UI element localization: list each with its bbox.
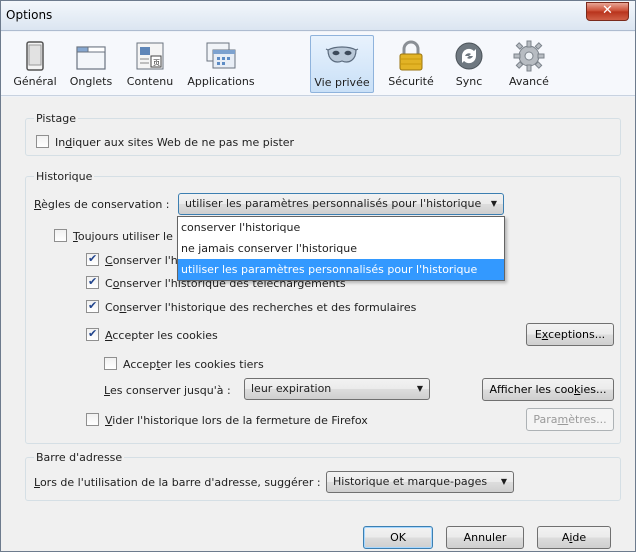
tab-applications[interactable]: Applications (183, 35, 259, 93)
rules-label-text: ègles de conservation : (41, 198, 170, 211)
tab-tabs-label: Onglets (69, 75, 113, 88)
tab-tabs[interactable]: Onglets (65, 35, 117, 93)
dnt-checkbox-row[interactable]: Indiquer aux sites Web de ne pas me pist… (36, 135, 294, 149)
advanced-gear-icon (513, 40, 545, 72)
exceptions-button[interactable]: Exceptions... (526, 323, 614, 346)
keep-forms-row[interactable]: Conserver l'historique des recherches et… (86, 299, 417, 314)
chevron-down-icon: ▼ (490, 199, 497, 208)
chevron-down-icon: ▼ (416, 384, 423, 393)
show-cookies-post: ies... (580, 383, 607, 396)
title-bar[interactable]: Options ✕ (1, 1, 635, 31)
keep-until-select[interactable]: leur expiration ▼ (244, 378, 430, 400)
addressbar-suggest-value: Historique et marque-pages (333, 475, 488, 488)
exceptions-post: ceptions... (548, 328, 606, 341)
third-party-pre: Accep (123, 358, 157, 371)
options-window: Options ✕ Général Onglets 页 Contenu Appl… (0, 0, 636, 552)
addressbar-group-title: Barre d'adresse (34, 451, 125, 464)
clear-on-close-label: ider l'historique lors de la fermeture d… (112, 414, 368, 427)
keep-browsing-checkbox[interactable] (86, 252, 99, 266)
general-icon (26, 41, 44, 71)
privacy-mask-icon (325, 46, 359, 63)
always-private-row[interactable]: Toujours utiliser le (54, 229, 173, 243)
help-post: de (572, 531, 587, 544)
tab-privacy-label: Vie privée (314, 76, 370, 89)
history-group-title: Historique (34, 170, 95, 183)
third-party-checkbox[interactable] (104, 357, 117, 370)
accept-cookies-checkbox[interactable] (86, 327, 99, 341)
tracking-group: Pistage Indiquer aux sites Web de ne pas… (25, 112, 621, 156)
dnt-checkbox[interactable] (36, 135, 49, 148)
addressbar-label: Lors de l'utilisation de la barre d'adre… (34, 476, 321, 489)
close-button[interactable]: ✕ (586, 2, 629, 21)
keep-browsing-label: onserver l'h (112, 254, 178, 267)
options-toolbar: Général Onglets 页 Contenu Applications V… (1, 32, 635, 96)
third-party-row[interactable]: Accepter les cookies tiers (104, 357, 264, 371)
dropdown-option-keep[interactable]: conserver l'historique (178, 217, 504, 238)
help-button[interactable]: Aide (537, 526, 611, 549)
cancel-button[interactable]: Annuler (446, 526, 524, 549)
window-title: Options (6, 8, 53, 22)
tracking-group-title: Pistage (34, 112, 78, 125)
settings-accel: m (557, 413, 569, 426)
clear-on-close-row[interactable]: Vider l'historique lors de la fermeture … (86, 413, 368, 427)
history-settings-button[interactable]: Paramètres... (526, 408, 614, 431)
svg-text:页: 页 (153, 59, 160, 67)
tab-applications-label: Applications (187, 75, 255, 88)
tab-advanced[interactable]: Avancé (505, 35, 553, 93)
keep-until-value: leur expiration (251, 382, 332, 395)
show-cookies-pre: Afficher les coo (489, 383, 575, 396)
addressbar-suggest-select[interactable]: Historique et marque-pages ▼ (326, 471, 514, 493)
applications-icon (206, 42, 236, 69)
tab-general-label: Général (13, 75, 57, 88)
ok-button[interactable]: OK (363, 526, 433, 549)
history-rules-value: utiliser les paramètres personnalisés po… (185, 197, 482, 210)
tab-security[interactable]: Sécurité (383, 35, 439, 93)
always-private-label: oujours utiliser le (77, 230, 173, 243)
tabs-icon (76, 46, 106, 70)
dropdown-option-never[interactable]: ne jamais conserver l'historique (178, 238, 504, 259)
keep-downloads-pre: C (105, 277, 113, 290)
security-lock-icon (399, 40, 423, 71)
show-cookies-button[interactable]: Afficher les cookies... (482, 378, 614, 401)
tab-content[interactable]: 页 Contenu (123, 35, 177, 93)
keep-forms-checkbox[interactable] (86, 299, 99, 313)
sync-icon (455, 42, 483, 70)
keep-forms-pre: Co (105, 301, 120, 314)
clear-on-close-checkbox[interactable] (86, 413, 99, 426)
keep-until-label: Les conserver jusqu'à : (104, 384, 231, 397)
keep-forms-label: server l'historique des recherches et de… (126, 301, 417, 314)
settings-post: ètres... (568, 413, 607, 426)
history-rules-dropdown: conserver l'historique ne jamais conserv… (177, 216, 505, 281)
tab-advanced-label: Avancé (509, 75, 549, 88)
history-rules-select[interactable]: utiliser les paramètres personnalisés po… (178, 193, 504, 215)
dnt-label-post: iquer aux sites Web de ne pas me pister (72, 136, 295, 149)
keep-browsing-accel: C (105, 254, 113, 267)
tab-sync[interactable]: Sync (447, 35, 491, 93)
tab-security-label: Sécurité (388, 75, 434, 88)
third-party-label: er les cookies tiers (160, 358, 264, 371)
content-icon: 页 (136, 42, 164, 70)
privacy-panel: Pistage Indiquer aux sites Web de ne pas… (1, 97, 635, 551)
tab-general[interactable]: Général (13, 35, 57, 93)
exceptions-pre: E (534, 328, 542, 341)
keep-browsing-row[interactable]: Conserver l'h (86, 252, 178, 267)
tab-sync-label: Sync (455, 75, 483, 88)
settings-pre: Para (533, 413, 558, 426)
always-private-checkbox[interactable] (54, 229, 67, 242)
dropdown-option-custom[interactable]: utiliser les paramètres personnalisés po… (178, 259, 504, 280)
addressbar-label-text: ors de l'utilisation de la barre d'adres… (39, 476, 321, 489)
keep-until-text: es conserver jusqu'à : (109, 384, 231, 397)
chevron-down-icon: ▼ (500, 477, 507, 486)
accept-cookies-label: ccepter les cookies (112, 329, 218, 342)
keep-downloads-checkbox[interactable] (86, 275, 99, 289)
tab-content-label: Contenu (126, 75, 174, 88)
rules-label: Règles de conservation : (34, 198, 170, 211)
dnt-label-pre: In (55, 136, 66, 149)
tab-privacy[interactable]: Vie privée (310, 35, 374, 93)
addressbar-group: Barre d'adresse Lors de l'utilisation de… (25, 451, 621, 501)
accept-cookies-row[interactable]: Accepter les cookies (86, 327, 218, 342)
